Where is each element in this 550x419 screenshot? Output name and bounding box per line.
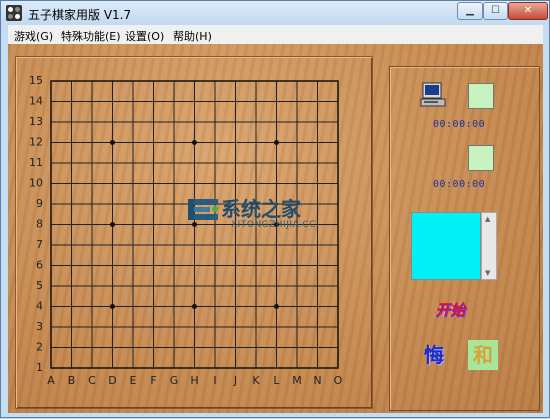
close-button[interactable]: ✕ (508, 2, 548, 20)
player-timer: 00:00:00 (433, 179, 486, 190)
computer-timer: 00:00:00 (433, 119, 486, 130)
maximize-button[interactable]: ☐ (483, 2, 508, 20)
menu-game[interactable]: 游戏(G) (14, 28, 53, 44)
gomoku-app-icon (6, 5, 22, 21)
watermark-text: 系统之家 (221, 197, 301, 221)
app-window: 五子棋家用版 V1.7 ▁ ☐ ✕ 游戏(G) 特殊功能(E) 设置(O) 帮助… (0, 0, 550, 418)
title-bar[interactable]: 五子棋家用版 V1.7 ▁ ☐ ✕ (1, 1, 549, 25)
menu-special[interactable]: 特殊功能(E) (61, 28, 121, 44)
start-button[interactable]: 开始 (435, 299, 465, 320)
computer-stone-indicator (468, 83, 494, 109)
menu-settings[interactable]: 设置(O) (125, 28, 164, 44)
message-scrollbar[interactable]: ▲ ▼ (481, 212, 497, 280)
window-title: 五子棋家用版 V1.7 (28, 8, 132, 22)
minimize-button[interactable]: ▁ (457, 2, 483, 20)
scroll-up-icon[interactable]: ▲ (485, 215, 490, 223)
computer-player-icon (420, 82, 446, 107)
player-stone-indicator (468, 145, 494, 171)
watermark-subtext: XITONGZHIJIA.CC (231, 220, 316, 230)
scroll-down-icon[interactable]: ▼ (485, 269, 490, 277)
menu-bar: 游戏(G) 特殊功能(E) 设置(O) 帮助(H) (8, 25, 543, 44)
draw-button[interactable]: 和 (468, 340, 498, 370)
message-box[interactable] (411, 212, 481, 280)
board-panel (15, 56, 373, 409)
watermark-logo-icon (188, 199, 218, 220)
menu-help[interactable]: 帮助(H) (173, 28, 212, 44)
undo-button[interactable]: 悔 (419, 340, 449, 370)
